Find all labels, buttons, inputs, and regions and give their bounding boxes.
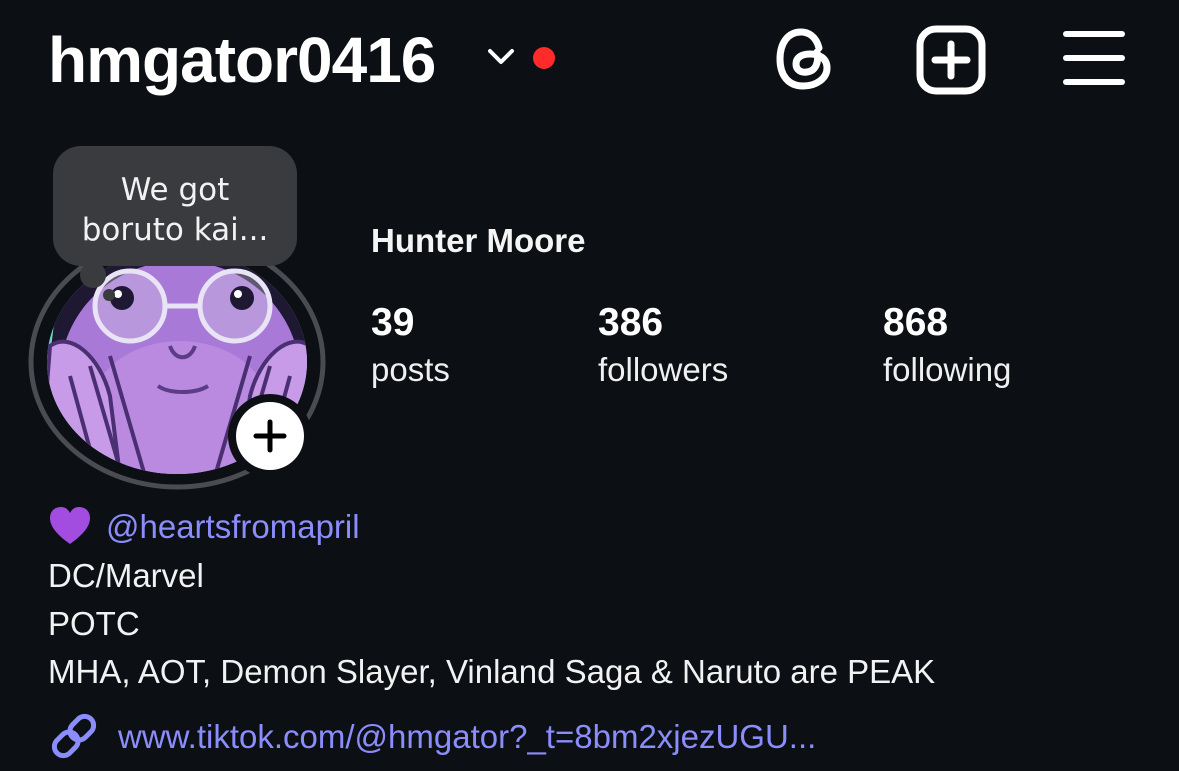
- new-post-icon[interactable]: [915, 24, 987, 96]
- menu-icon[interactable]: [1060, 24, 1128, 92]
- bio-link[interactable]: www.tiktok.com/@hmgator?_t=8bm2xjezUGU..…: [48, 712, 816, 761]
- add-story-button-face: [236, 402, 304, 470]
- stat-posts[interactable]: 39 posts: [371, 300, 450, 394]
- display-name: Hunter Moore: [371, 222, 586, 259]
- posts-count: 39: [371, 301, 415, 344]
- note-bubble-tail-dot: [103, 289, 115, 301]
- notification-dot: [533, 47, 555, 69]
- note-text: We got boruto kai...: [81, 172, 269, 248]
- followers-count: 386: [598, 301, 664, 344]
- username-switcher[interactable]: hmgator0416: [48, 20, 436, 100]
- link-icon: [51, 713, 97, 759]
- stat-following[interactable]: 868 following: [883, 300, 1011, 394]
- threads-icon[interactable]: [772, 24, 842, 94]
- profile-page: hmgator0416 We got boruto kai... Hunter …: [0, 0, 1179, 771]
- posts-label: posts: [371, 351, 450, 388]
- note-bubble-tail: [80, 262, 106, 288]
- following-count: 868: [883, 301, 949, 344]
- followers-label: followers: [598, 351, 729, 388]
- plus-icon: [253, 419, 287, 453]
- bio-line: POTC: [48, 605, 140, 642]
- chevron-down-icon[interactable]: [485, 45, 517, 69]
- following-label: following: [883, 351, 1012, 388]
- link-text: www.tiktok.com/@hmgator?_t=8bm2xjezUGU..…: [118, 718, 817, 755]
- bio-line: DC/Marvel: [48, 557, 204, 594]
- stat-followers[interactable]: 386 followers: [598, 300, 728, 394]
- mention-link[interactable]: @heartsfromapril: [106, 508, 360, 545]
- add-story-button[interactable]: [228, 394, 312, 478]
- bio-line: MHA, AOT, Demon Slayer, Vinland Saga & N…: [48, 653, 936, 690]
- bio-mention-row: @heartsfromapril: [48, 505, 360, 549]
- purple-heart-icon: [50, 507, 90, 544]
